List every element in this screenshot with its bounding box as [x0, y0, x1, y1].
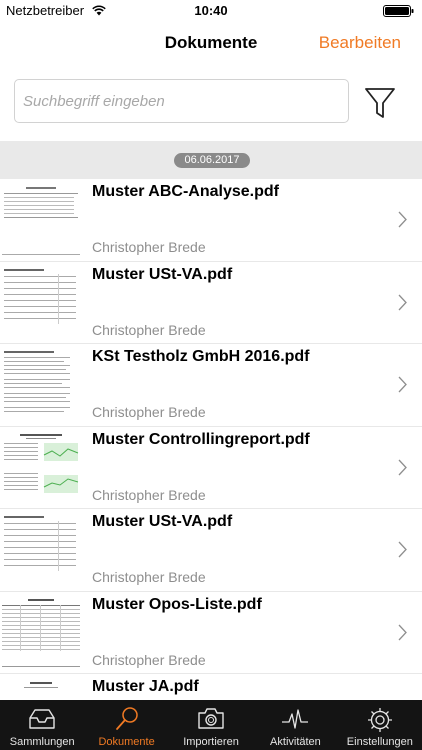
- tab-sammlungen[interactable]: Sammlungen: [0, 700, 84, 750]
- document-author: Christopher Brede: [92, 569, 206, 585]
- chevron-right-icon: [398, 376, 407, 393]
- search-input[interactable]: [14, 79, 349, 123]
- date-section-header: 06.06.2017: [0, 141, 422, 179]
- document-thumbnail: [0, 513, 82, 588]
- document-thumbnail: [0, 183, 82, 258]
- tab-importieren[interactable]: Importieren: [169, 700, 253, 750]
- chevron-right-icon: [398, 211, 407, 228]
- tab-aktivitaeten[interactable]: Aktivitäten: [253, 700, 337, 750]
- document-row[interactable]: Muster Opos-Liste.pdf Christopher Brede: [0, 592, 422, 674]
- camera-icon: [198, 708, 224, 729]
- document-row[interactable]: Muster USt-VA.pdf Christopher Brede: [0, 509, 422, 592]
- gear-icon: [367, 708, 392, 732]
- document-title: Muster USt-VA.pdf: [92, 513, 233, 530]
- document-row[interactable]: Muster USt-VA.pdf Christopher Brede: [0, 262, 422, 344]
- document-thumbnail: [0, 430, 82, 506]
- document-author: Christopher Brede: [92, 486, 206, 503]
- document-title: Muster Opos-Liste.pdf: [92, 595, 262, 613]
- chevron-right-icon: [398, 624, 407, 640]
- document-author: Christopher Brede: [92, 321, 206, 338]
- search-icon: [115, 707, 138, 730]
- tab-label: Importieren: [183, 736, 239, 748]
- document-title: Muster ABC-Analyse.pdf: [92, 183, 279, 200]
- filter-icon[interactable]: [364, 86, 396, 120]
- activity-icon: [282, 709, 309, 729]
- document-thumbnail: [0, 265, 82, 341]
- document-author: Christopher Brede: [92, 404, 206, 420]
- tray-icon: [29, 709, 55, 729]
- document-author: Christopher Brede: [92, 651, 206, 668]
- document-row[interactable]: Muster Controllingreport.pdf Christopher…: [0, 427, 422, 509]
- document-title: KSt Testholz GmbH 2016.pdf: [92, 348, 310, 365]
- document-title: Muster USt-VA.pdf: [92, 265, 233, 283]
- battery-icon: [383, 5, 414, 17]
- chevron-right-icon: [398, 294, 407, 310]
- document-row[interactable]: KSt Testholz GmbH 2016.pdf Christopher B…: [0, 344, 422, 427]
- chevron-right-icon: [398, 459, 407, 475]
- status-time: 10:40: [194, 3, 228, 18]
- document-title: Muster Controllingreport.pdf: [92, 430, 310, 448]
- document-thumbnail: [0, 348, 82, 423]
- chevron-right-icon: [398, 541, 407, 558]
- tab-einstellungen[interactable]: Einstellungen: [338, 700, 422, 750]
- tab-bar: Sammlungen Dokumente Importieren Aktivit…: [0, 700, 422, 750]
- date-badge: 06.06.2017: [174, 153, 250, 168]
- document-list: Muster ABC-Analyse.pdf Christopher Brede…: [0, 179, 422, 750]
- document-thumbnail: [0, 595, 82, 671]
- tab-label: Sammlungen: [9, 736, 75, 748]
- document-title: Muster JA.pdf: [92, 678, 199, 695]
- edit-button[interactable]: Bearbeiten: [319, 33, 401, 53]
- tab-label: Einstellungen: [346, 736, 413, 748]
- document-row[interactable]: Muster ABC-Analyse.pdf Christopher Brede: [0, 179, 422, 262]
- document-author: Christopher Brede: [92, 239, 206, 255]
- tab-dokumente[interactable]: Dokumente: [84, 700, 168, 750]
- tab-label: Aktivitäten: [270, 736, 321, 748]
- tab-label: Dokumente: [98, 736, 155, 748]
- status-bar: Netzbetreiber 10:40: [0, 0, 422, 22]
